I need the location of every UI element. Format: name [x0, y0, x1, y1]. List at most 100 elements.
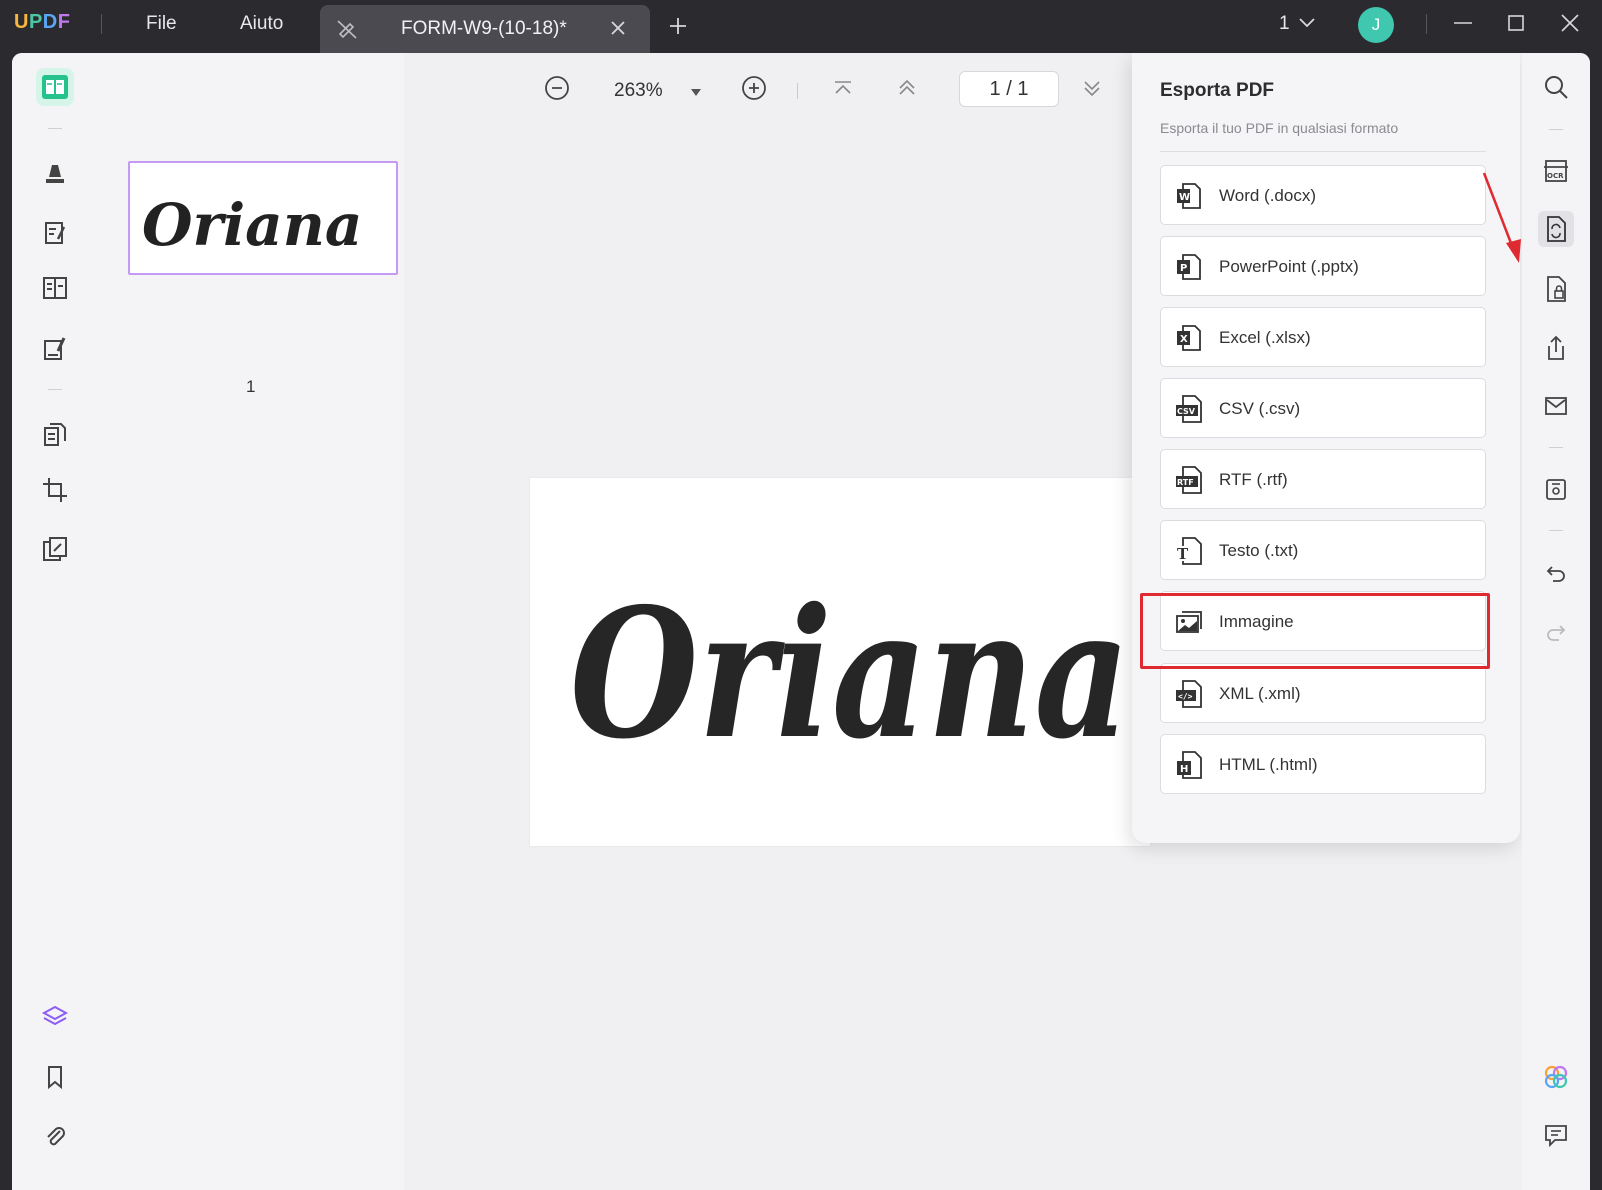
export-item-label: HTML (.html) — [1219, 755, 1318, 774]
html-icon: H — [1175, 750, 1205, 785]
close-window-icon[interactable] — [1559, 12, 1581, 39]
export-item-label: PowerPoint (.pptx) — [1219, 257, 1359, 276]
svg-text:CSV: CSV — [1177, 407, 1196, 416]
page-thumbnail[interactable]: Oriana — [128, 161, 398, 275]
svg-text:T: T — [1177, 545, 1189, 563]
menu-help[interactable]: Aiuto — [240, 13, 283, 35]
export-html-button[interactable]: H HTML (.html) — [1160, 734, 1486, 794]
convert-icon[interactable] — [1538, 211, 1574, 247]
share-icon[interactable] — [1538, 330, 1574, 366]
maximize-icon[interactable] — [1505, 12, 1527, 39]
pdf-page: Oriana — [530, 478, 1150, 846]
redo-icon[interactable] — [1538, 614, 1574, 650]
ocr-icon[interactable]: OCR — [1538, 153, 1574, 189]
bookmark-icon[interactable] — [36, 1058, 74, 1096]
document-tab[interactable]: FORM-W9-(10-18)* — [320, 5, 650, 53]
sign-icon[interactable] — [36, 330, 74, 368]
edit-pdf-icon[interactable] — [36, 214, 74, 252]
svg-text:W: W — [1179, 192, 1190, 203]
zoom-in-icon[interactable] — [741, 75, 767, 106]
export-xml-button[interactable]: </> XML (.xml) — [1160, 663, 1486, 723]
highlight-annotation — [1140, 593, 1490, 669]
divider — [1160, 151, 1486, 152]
divider — [1549, 447, 1563, 448]
watermark-icon[interactable] — [36, 530, 74, 568]
export-item-label: XML (.xml) — [1219, 684, 1301, 703]
title-bar: UPDF File Aiuto FORM-W9-(10-18)* 1 J — [0, 0, 1602, 53]
save-icon[interactable] — [1538, 471, 1574, 507]
word-icon: W — [1175, 181, 1203, 216]
previous-page-icon[interactable] — [896, 75, 918, 106]
thumbnail-panel: Oriana 1 — [96, 53, 404, 1190]
export-pdf-panel: Esporta PDF Esporta il tuo PDF in qualsi… — [1132, 53, 1520, 843]
export-item-label: RTF (.rtf) — [1219, 470, 1288, 489]
next-page-icon[interactable] — [1081, 75, 1103, 106]
rtf-icon: RTF — [1175, 465, 1205, 500]
export-item-label: CSV (.csv) — [1219, 399, 1301, 418]
thumbnail-signature: Oriana — [142, 191, 362, 259]
excel-icon: X — [1175, 323, 1203, 358]
layers-icon[interactable] — [36, 998, 74, 1036]
export-rtf-button[interactable]: RTF RTF (.rtf) — [1160, 449, 1486, 509]
divider — [48, 128, 62, 129]
red-arrow-annotation — [1482, 172, 1521, 263]
export-text-button[interactable]: T Testo (.txt) — [1160, 520, 1486, 580]
svg-text:</>: </> — [1178, 692, 1193, 701]
highlighter-icon[interactable] — [36, 154, 74, 192]
zoom-out-icon[interactable] — [544, 75, 570, 106]
chevron-down-icon[interactable] — [1298, 16, 1316, 35]
edit-off-icon — [336, 18, 358, 45]
updf-logo: UPDF — [14, 11, 71, 33]
close-tab-icon[interactable] — [610, 20, 626, 41]
divider — [48, 389, 62, 390]
csv-icon: CSV — [1175, 394, 1205, 429]
divider — [1549, 530, 1563, 531]
svg-text:P: P — [1180, 263, 1187, 274]
undo-icon[interactable] — [1538, 555, 1574, 591]
search-icon[interactable] — [1538, 69, 1574, 105]
tab-title: FORM-W9-(10-18)* — [401, 18, 567, 39]
export-csv-button[interactable]: CSV CSV (.csv) — [1160, 378, 1486, 438]
right-toolbar: OCR — [1522, 53, 1590, 1190]
zoom-dropdown-icon[interactable] — [690, 85, 702, 103]
page-number-input[interactable]: 1 / 1 — [959, 71, 1059, 107]
window-count[interactable]: 1 — [1279, 13, 1290, 35]
ai-assistant-icon[interactable] — [1538, 1059, 1574, 1095]
reader-mode-button[interactable] — [36, 68, 74, 106]
export-powerpoint-button[interactable]: P PowerPoint (.pptx) — [1160, 236, 1486, 296]
menu-file[interactable]: File — [146, 13, 177, 35]
avatar[interactable]: J — [1358, 7, 1394, 43]
export-word-button[interactable]: W Word (.docx) — [1160, 165, 1486, 225]
left-toolbar — [12, 53, 96, 1190]
app-body: Oriana 1 263% 1 / 1 Oriana Esporta PDF E… — [12, 53, 1590, 1190]
export-item-label: Testo (.txt) — [1219, 541, 1299, 560]
export-panel-subtitle: Esporta il tuo PDF in qualsiasi formato — [1160, 120, 1399, 136]
email-icon[interactable] — [1538, 388, 1574, 424]
export-item-label: Excel (.xlsx) — [1219, 328, 1311, 347]
zoom-level[interactable]: 263% — [614, 80, 663, 102]
thumbnail-page-number: 1 — [246, 377, 256, 396]
svg-text:RTF: RTF — [1177, 478, 1194, 487]
divider — [797, 83, 798, 99]
first-page-icon[interactable] — [832, 75, 854, 106]
minimize-icon[interactable] — [1452, 12, 1474, 39]
text-icon: T — [1175, 536, 1205, 571]
page-signature: Oriana — [570, 569, 1130, 778]
svg-text:X: X — [1180, 334, 1188, 345]
divider — [1426, 14, 1427, 34]
divider — [1549, 129, 1563, 130]
svg-text:OCR: OCR — [1547, 172, 1564, 180]
svg-text:H: H — [1180, 764, 1188, 775]
protect-icon[interactable] — [1538, 271, 1574, 307]
attachment-icon[interactable] — [36, 1117, 74, 1155]
organize-pages-icon[interactable] — [36, 415, 74, 453]
crop-icon[interactable] — [36, 471, 74, 509]
new-tab-icon[interactable] — [668, 16, 688, 41]
export-excel-button[interactable]: X Excel (.xlsx) — [1160, 307, 1486, 367]
form-icon[interactable] — [36, 269, 74, 307]
powerpoint-icon: P — [1175, 252, 1203, 287]
export-item-label: Word (.docx) — [1219, 186, 1316, 205]
export-panel-title: Esporta PDF — [1160, 80, 1275, 101]
divider — [101, 14, 102, 34]
comment-icon[interactable] — [1538, 1117, 1574, 1153]
